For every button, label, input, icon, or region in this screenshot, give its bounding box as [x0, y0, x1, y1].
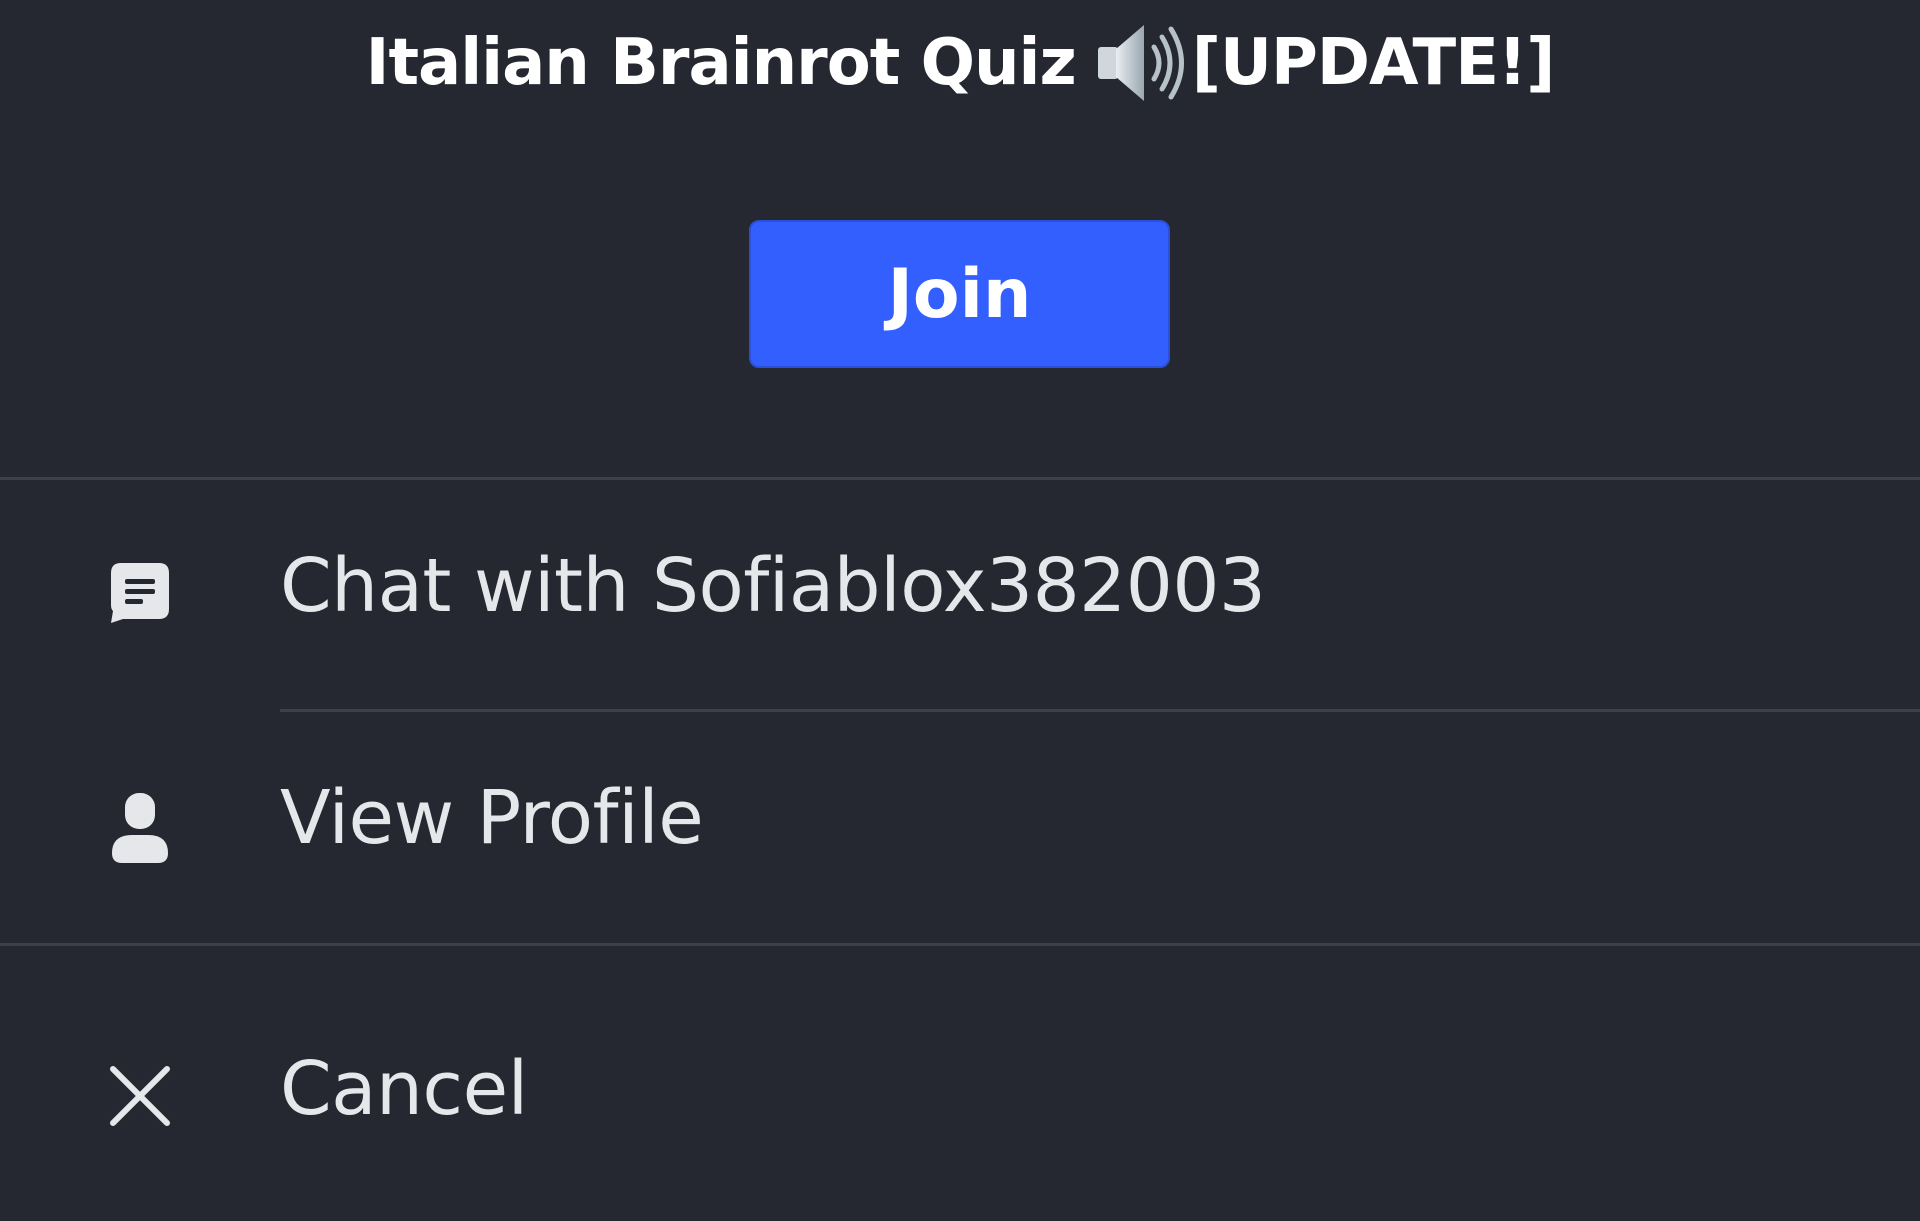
menu-item-label: Chat with Sofiablox382003 [280, 543, 1266, 629]
speaker-icon [1096, 21, 1188, 105]
menu-item-view-profile[interactable]: View Profile [0, 712, 1920, 942]
join-button-label: Join [887, 254, 1032, 334]
game-title-text: Italian Brainrot Quiz [365, 26, 1077, 100]
context-menu-sheet: Italian Brainrot Quiz [UPDATE!] Join Cha… [0, 0, 1920, 1221]
menu-item-label: Cancel [280, 1046, 528, 1132]
menu-item-label: View Profile [280, 775, 704, 861]
close-icon [104, 1060, 176, 1132]
game-title: Italian Brainrot Quiz [UPDATE!] [0, 18, 1920, 108]
menu-item-cancel[interactable]: Cancel [0, 946, 1920, 1221]
person-icon [104, 792, 176, 864]
game-title-suffix: [UPDATE!] [1191, 26, 1556, 100]
menu-item-chat[interactable]: Chat with Sofiablox382003 [0, 480, 1920, 710]
chat-bubble-icon [104, 557, 176, 629]
join-button[interactable]: Join [749, 220, 1170, 368]
